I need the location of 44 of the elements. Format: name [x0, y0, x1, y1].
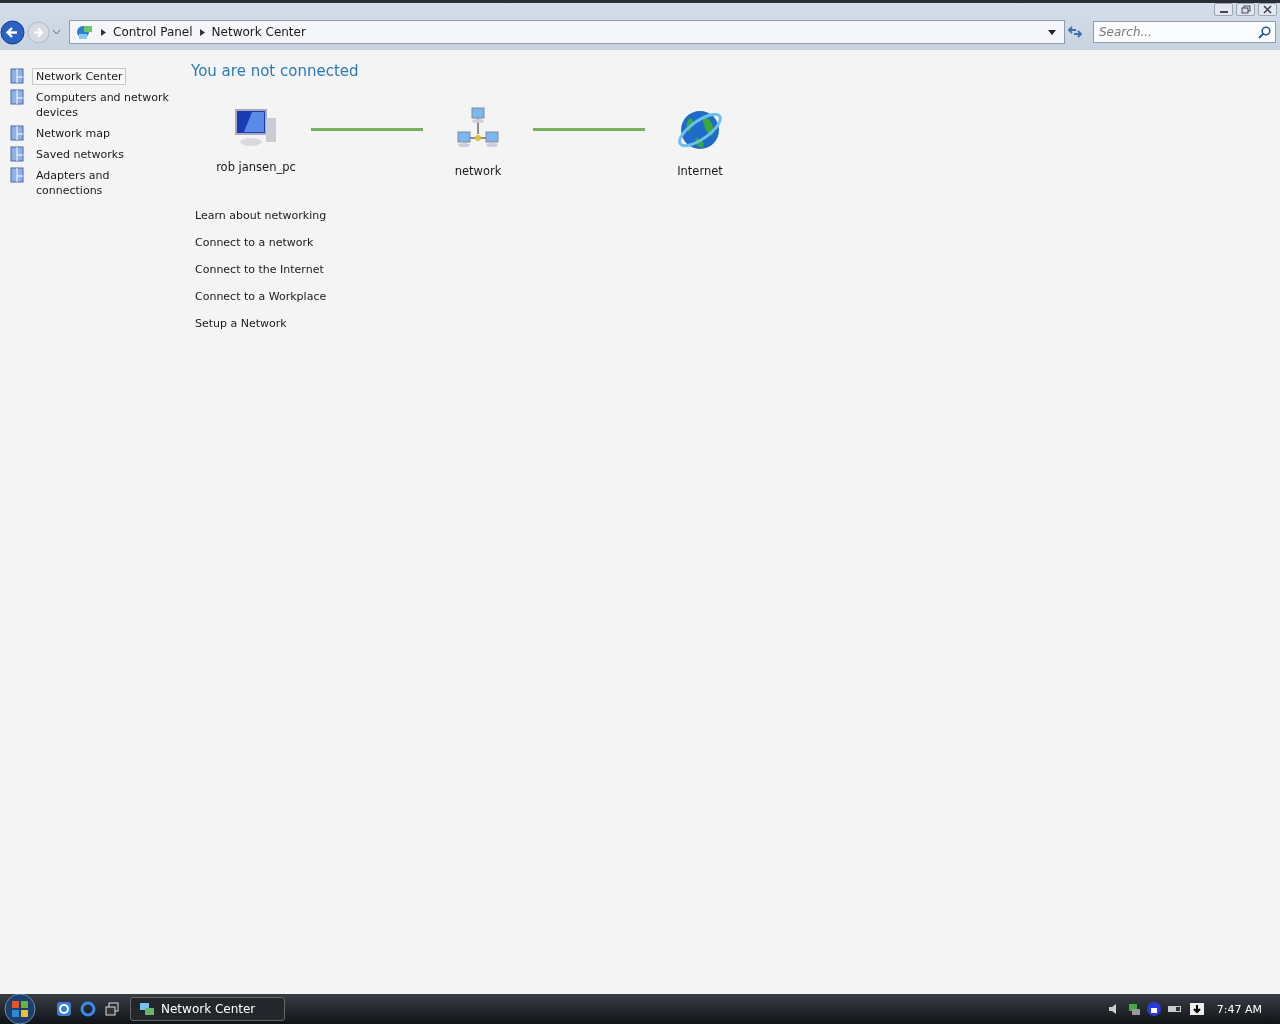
- document-icon: [10, 146, 24, 162]
- close-button[interactable]: [1258, 3, 1277, 16]
- download-icon[interactable]: [1188, 1002, 1205, 1016]
- restore-button[interactable]: [1236, 3, 1255, 16]
- search-icon[interactable]: [1258, 26, 1271, 39]
- back-button[interactable]: [0, 19, 25, 45]
- battery-icon[interactable]: [1166, 1004, 1183, 1014]
- document-icon: [10, 167, 24, 183]
- node-label: Internet: [677, 164, 723, 178]
- address-bar[interactable]: Control Panel Network Center: [69, 20, 1065, 44]
- sidebar-item[interactable]: Network Center: [32, 68, 127, 85]
- task-link[interactable]: Connect to a network: [195, 235, 755, 251]
- sidebar-item[interactable]: Computers and network devices: [32, 89, 178, 121]
- refresh-icon[interactable]: [1067, 25, 1083, 39]
- sidebar-item[interactable]: Saved networks: [32, 146, 128, 163]
- network-icon: [139, 1002, 155, 1016]
- network-status-icon[interactable]: [1126, 1002, 1141, 1016]
- minimize-button[interactable]: [1214, 3, 1233, 16]
- dropdown-icon[interactable]: [1048, 29, 1056, 35]
- restore-icon: [1240, 5, 1251, 14]
- sidebar-item[interactable]: Adapters and connections: [32, 167, 178, 199]
- chevron-icon: [101, 28, 106, 36]
- network-icon: [76, 24, 94, 40]
- task-link[interactable]: Connect to the Internet: [195, 262, 755, 278]
- close-icon: [1263, 5, 1272, 14]
- task-link[interactable]: Setup a Network: [195, 316, 755, 332]
- breadcrumb-item[interactable]: Network Center: [211, 25, 306, 39]
- node-label: network: [454, 164, 502, 178]
- taskbar-window-button[interactable]: Network Center: [130, 997, 285, 1021]
- document-icon: [10, 125, 24, 141]
- document-icon: [10, 68, 24, 84]
- chevron-icon: [199, 28, 205, 36]
- node-label: rob jansen_pc: [216, 160, 296, 174]
- breadcrumb-item[interactable]: Control Panel: [113, 25, 193, 39]
- history-dropdown-icon[interactable]: [52, 29, 61, 35]
- search-field[interactable]: Search...: [1093, 21, 1276, 43]
- lock-icon[interactable]: [1146, 1002, 1161, 1016]
- task-link[interactable]: Learn about networking: [195, 208, 755, 224]
- task-link[interactable]: Connect to a Workplace: [195, 289, 755, 305]
- windows-icon[interactable]: [104, 1001, 120, 1017]
- status-heading: You are not connected: [191, 62, 360, 80]
- document-icon: [10, 89, 24, 105]
- sidebar-item[interactable]: Network map: [32, 125, 114, 142]
- clock: 7:47 AM: [1216, 1002, 1262, 1016]
